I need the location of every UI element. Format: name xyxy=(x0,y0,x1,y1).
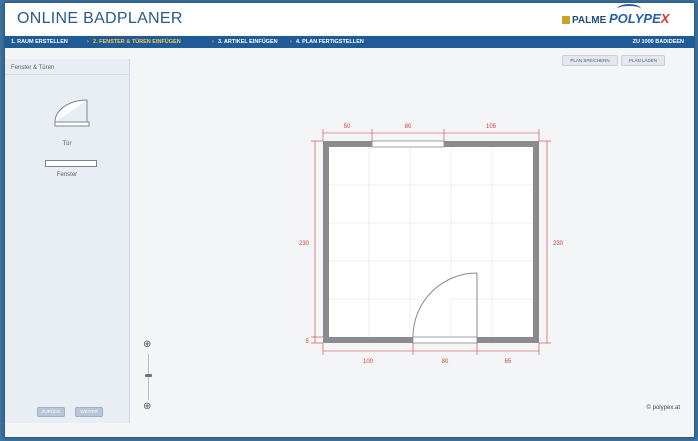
dimension-right-height: 230 xyxy=(553,241,564,247)
sidebar: Fenster & Türen Tür Fenster ZURÜCK WEITE… xyxy=(5,59,130,423)
dimension-left-height: 230 xyxy=(299,241,310,247)
nav-step-artikel-einfuegen[interactable]: 3. ARTIKEL EINFÜGEN xyxy=(218,39,278,45)
dimension-top-left: 50 xyxy=(344,124,351,130)
palme-logo: PALME xyxy=(562,15,606,26)
dimension-bottom-left: 100 xyxy=(363,359,374,365)
nav-step-fenster-tueren[interactable]: 2. FENSTER & TÜREN EINFÜGEN xyxy=(93,39,181,45)
zoom-out-icon[interactable]: ⊕ xyxy=(143,402,153,412)
polypex-logo-main: POLYPE xyxy=(609,11,661,26)
next-button[interactable]: WEITER xyxy=(75,407,103,417)
nav-separator: › xyxy=(290,39,292,45)
nav-separator: › xyxy=(87,39,89,45)
polypex-logo: POLYPEX xyxy=(609,11,669,26)
dimension-top-right: 105 xyxy=(486,124,497,130)
nav-separator: › xyxy=(212,39,214,45)
zoom-slider-track[interactable] xyxy=(148,354,149,400)
door-label: Tür xyxy=(62,141,72,147)
placed-window[interactable] xyxy=(371,140,445,148)
window-label: Fenster xyxy=(56,172,78,178)
app-window: ONLINE BADPLANER PALME POLYPEX 1. RAUM E… xyxy=(4,2,695,438)
zoom-control: ⊕ ⊕ xyxy=(143,340,155,414)
dimension-left-wall: 5 xyxy=(306,339,310,345)
back-button[interactable]: ZURÜCK xyxy=(37,407,65,417)
palme-logo-icon xyxy=(562,16,570,24)
floor-plan[interactable]: 50 80 105 100 80 65 230 5 230 xyxy=(297,119,567,369)
sidebar-heading: Fenster & Türen xyxy=(11,65,55,71)
badideen-link[interactable]: ZU 1000 BADIDEEN xyxy=(633,39,684,45)
nav-step-raum-erstellen[interactable]: 1. RAUM ERSTELLEN xyxy=(11,39,68,45)
save-plan-button[interactable]: PLAN SPEICHERN xyxy=(562,55,618,66)
copyright[interactable]: © polypex.at xyxy=(647,405,680,411)
nav-step-plan-fertigstellen[interactable]: 4. PLAN FERTIGSTELLEN xyxy=(296,39,364,45)
app-title: ONLINE BADPLANER xyxy=(17,10,183,27)
sidebar-divider xyxy=(5,74,129,75)
door-icon[interactable] xyxy=(54,99,90,129)
step-navigation: 1. RAUM ERSTELLEN › 2. FENSTER & TÜREN E… xyxy=(5,36,694,48)
dimension-bottom-door: 80 xyxy=(442,359,449,365)
palme-logo-text: PALME xyxy=(572,15,607,26)
dimension-bottom-right: 65 xyxy=(505,359,512,365)
polypex-logo-x: X xyxy=(660,11,670,26)
app-header: ONLINE BADPLANER PALME POLYPEX xyxy=(5,3,694,35)
zoom-in-icon[interactable]: ⊕ xyxy=(143,340,153,350)
dimension-top-window: 80 xyxy=(405,124,412,130)
zoom-slider-handle[interactable] xyxy=(145,374,152,377)
load-plan-button[interactable]: PLAN LADEN xyxy=(621,55,665,66)
window-icon[interactable] xyxy=(45,160,97,167)
